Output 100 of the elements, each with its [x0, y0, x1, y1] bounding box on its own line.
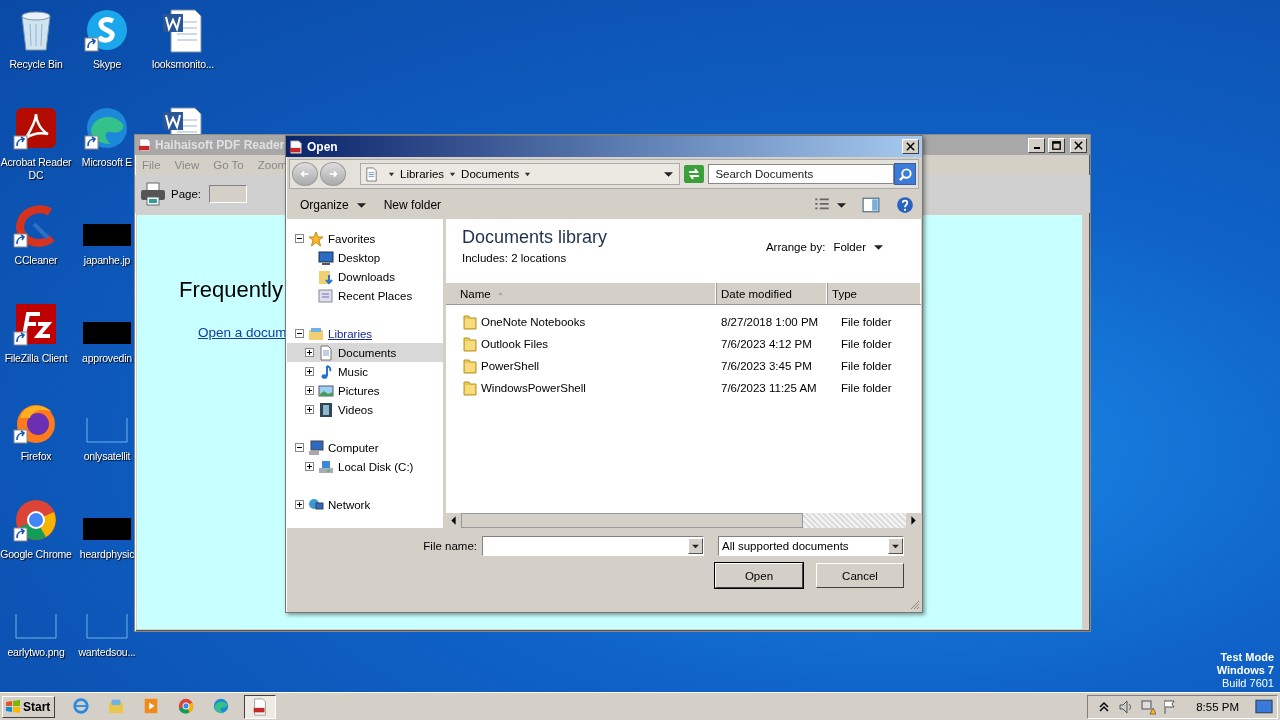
close-icon [1073, 139, 1084, 151]
back-arrow-icon [299, 168, 311, 180]
scroll-thumb[interactable] [461, 513, 803, 528]
close-button[interactable] [902, 139, 919, 154]
tree-item[interactable]: Recent Places [287, 286, 443, 305]
tree-item[interactable]: Videos [287, 400, 443, 419]
refresh-icon[interactable] [684, 165, 705, 183]
show-desktop-icon[interactable] [1255, 699, 1273, 714]
dropdown-button[interactable] [888, 538, 903, 554]
windows-logo-icon [5, 698, 21, 715]
tree-item[interactable]: Favorites [287, 229, 443, 248]
maximize-button[interactable] [1048, 137, 1065, 153]
file-type: File folder [841, 360, 892, 372]
document-icon [318, 344, 334, 361]
tree-item[interactable]: Documents [287, 343, 443, 362]
forward-arrow-icon [327, 168, 339, 180]
tree-item[interactable]: Libraries [287, 324, 443, 343]
icon-label: looksmonito... [152, 58, 214, 71]
tree-item[interactable]: Computer [287, 438, 443, 457]
expander-icon[interactable] [305, 348, 314, 357]
expander-icon[interactable] [295, 443, 304, 452]
date-modified: 7/6/2023 11:25 AM [721, 382, 818, 394]
tree-item[interactable]: Pictures [287, 381, 443, 400]
tree-item[interactable]: Music [287, 362, 443, 381]
printer-icon[interactable] [139, 180, 167, 208]
horizontal-scrollbar[interactable] [446, 513, 921, 528]
scroll-right-icon[interactable] [906, 513, 921, 528]
icon-label: heardphysic [79, 548, 135, 561]
chrome-icon [177, 696, 196, 715]
expander-icon[interactable] [305, 462, 314, 471]
search-button[interactable] [894, 163, 916, 185]
caret-icon[interactable] [837, 200, 846, 210]
window-title: Haihaisoft PDF Reader [155, 138, 285, 152]
icon-label: japanhe.jp [83, 254, 131, 267]
expander-icon[interactable] [295, 500, 304, 509]
file-name[interactable]: WindowsPowerShell [481, 382, 586, 394]
expander-icon[interactable] [295, 234, 304, 243]
folder-icon [462, 358, 478, 374]
caret-icon [892, 542, 899, 550]
arrange-dropdown[interactable]: Folder [833, 239, 883, 255]
page-field[interactable] [209, 185, 248, 203]
date-modified: 7/6/2023 3:45 PM [721, 360, 813, 372]
music-icon [318, 363, 334, 380]
disk-icon [318, 458, 334, 475]
maximize-icon [1051, 139, 1062, 151]
icon-label: FileZilla Client [4, 352, 68, 365]
caret-icon[interactable] [524, 170, 532, 178]
tree-item[interactable]: Network [287, 495, 443, 514]
file-name-label: File name: [423, 540, 477, 552]
expander-icon[interactable] [295, 329, 304, 338]
tree-item[interactable]: Desktop [287, 248, 443, 267]
file-name[interactable]: OneNote Notebooks [481, 316, 586, 328]
icon-label: onlysatellit [83, 450, 131, 463]
dropdown-icon[interactable] [664, 169, 674, 179]
network-warning-icon[interactable] [1140, 698, 1157, 715]
caret-icon[interactable] [449, 170, 457, 178]
pdf-icon [138, 138, 152, 152]
open-button[interactable]: Open [715, 563, 803, 588]
clock[interactable]: 8:55 PM [1196, 700, 1239, 713]
cancel-button[interactable]: Cancel [816, 563, 904, 588]
breadcrumb-item[interactable]: Documents [461, 168, 520, 180]
column-header[interactable]: Type [828, 283, 921, 304]
expander-icon[interactable] [305, 367, 314, 376]
resize-grip-icon[interactable] [910, 600, 920, 610]
address-bar[interactable]: Libraries Documents [360, 163, 681, 185]
expander-icon[interactable] [305, 386, 314, 395]
os-notice-text: Build 7601 [1222, 677, 1274, 690]
start-button[interactable]: Start [2, 695, 56, 718]
edge-icon [212, 696, 231, 715]
tree-item[interactable]: Local Disk (C:) [287, 457, 443, 476]
close-icon [905, 141, 916, 152]
tree-item[interactable]: Downloads [287, 267, 443, 286]
library-title: Documents library [462, 227, 608, 248]
caret-icon[interactable] [388, 170, 395, 178]
icon-label: approvedin [82, 352, 132, 365]
open-document-link[interactable]: Open a docum [198, 325, 287, 340]
preview-pane-icon[interactable] [862, 196, 880, 214]
minimize-button[interactable] [1028, 137, 1045, 153]
computer-icon [308, 439, 324, 456]
library-icon [308, 325, 324, 342]
column-header[interactable]: Date modified [717, 283, 828, 304]
search-field[interactable]: Search Documents [708, 164, 895, 184]
minimize-icon [1033, 146, 1040, 149]
close-button[interactable] [1070, 137, 1087, 153]
search-icon [897, 166, 913, 182]
column-header[interactable]: Name [446, 283, 717, 304]
icon-label: Recycle Bin [9, 58, 63, 71]
scroll-left-icon[interactable] [446, 513, 461, 528]
recent-icon [318, 287, 334, 304]
taskbar-button[interactable] [244, 694, 277, 719]
file-name[interactable]: Outlook Files [481, 338, 549, 350]
breadcrumb-item[interactable]: Libraries [400, 168, 445, 180]
file-name[interactable]: PowerShell [481, 360, 540, 372]
expander-icon[interactable] [305, 405, 314, 414]
help-icon[interactable] [896, 196, 914, 214]
icon-label: earlytwo.png [7, 646, 65, 659]
os-notice-text: Windows 7 [1216, 664, 1274, 677]
organize-button[interactable]: Organize [294, 196, 372, 214]
new-folder-button[interactable]: New folder [377, 196, 448, 214]
pdf-icon [289, 139, 303, 154]
